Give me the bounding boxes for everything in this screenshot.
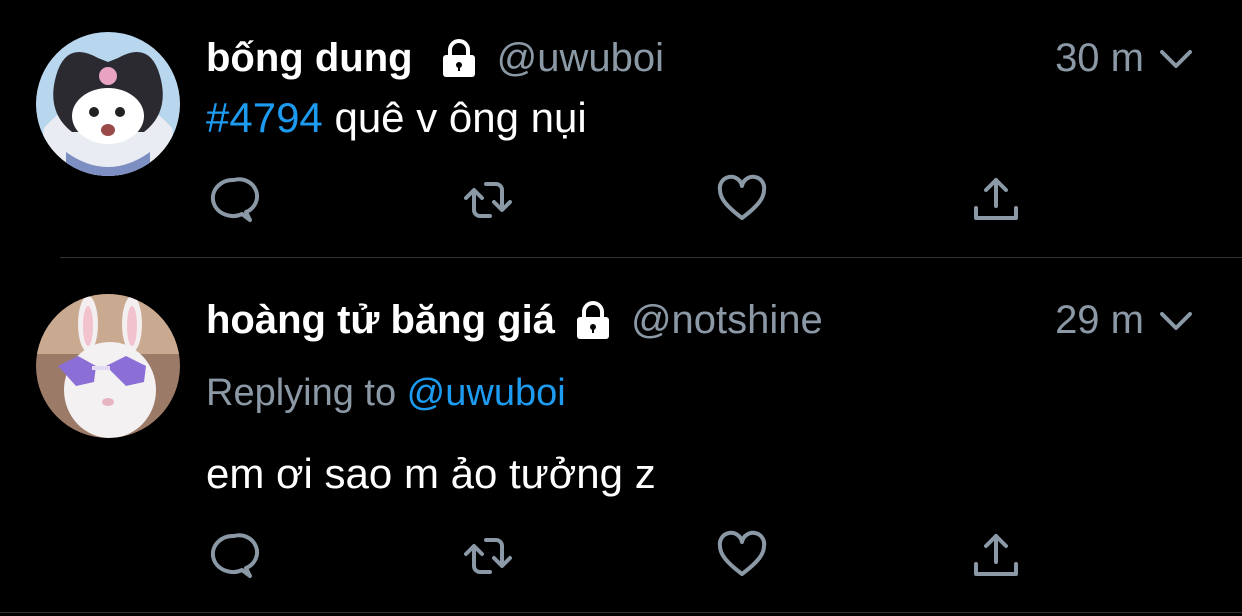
chevron-down-icon[interactable]	[1156, 38, 1196, 78]
tweet-text: #4794 quê v ông nụi	[206, 94, 587, 142]
share-icon[interactable]	[966, 526, 1026, 586]
timestamp: 30 m	[1055, 35, 1144, 80]
mention-link[interactable]: @uwuboi	[407, 372, 566, 414]
replying-label: Replying to	[206, 372, 407, 414]
avatar[interactable]	[36, 294, 180, 438]
display-name[interactable]: hoàng tử băng giá	[206, 298, 555, 343]
hashtag-link[interactable]: #4794	[206, 94, 323, 141]
handle[interactable]: @uwuboi	[497, 36, 664, 81]
like-icon[interactable]	[712, 170, 772, 230]
tweet[interactable]: bống dung @uwuboi 30 m #4794 quê v ông n…	[0, 0, 1242, 258]
lock-icon	[437, 36, 481, 80]
tweet-text-content: quê v ông nụi	[322, 94, 587, 141]
retweet-icon[interactable]	[458, 526, 518, 586]
share-icon[interactable]	[966, 170, 1026, 230]
chevron-down-icon[interactable]	[1156, 300, 1196, 340]
lock-icon	[571, 298, 615, 342]
like-icon[interactable]	[712, 526, 772, 586]
avatar[interactable]	[36, 32, 180, 176]
retweet-icon[interactable]	[458, 170, 518, 230]
handle[interactable]: @notshine	[631, 298, 823, 343]
tweet[interactable]: hoàng tử băng giá @notshine 29 m Replyin…	[0, 258, 1242, 616]
divider	[0, 612, 1242, 613]
timestamp: 29 m	[1055, 297, 1144, 342]
replying-to: Replying to @uwuboi	[206, 372, 566, 415]
display-name[interactable]: bống dung	[206, 36, 413, 81]
action-bar	[0, 526, 1242, 586]
action-bar	[0, 170, 1242, 230]
tweet-text: em ơi sao m ảo tưởng z	[206, 450, 656, 497]
reply-icon[interactable]	[204, 526, 264, 586]
reply-icon[interactable]	[204, 170, 264, 230]
